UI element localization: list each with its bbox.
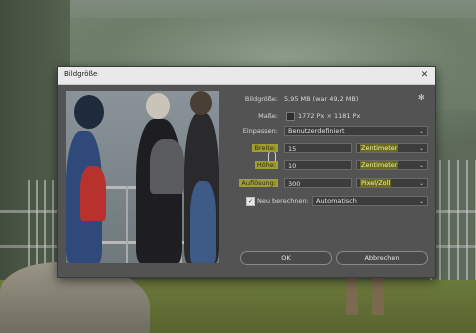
height-unit-select[interactable]: Zentimeter ⌄ [356, 160, 428, 170]
dialog-title: Bildgröße [64, 70, 98, 78]
chevron-down-icon: ⌄ [418, 128, 424, 135]
chevron-down-icon: ⌄ [418, 180, 424, 187]
dimensions-label: Maße: [258, 112, 278, 120]
dialog-titlebar[interactable]: Bildgröße ✕ [58, 67, 435, 85]
preview-person-head [146, 93, 170, 119]
dimensions-value: 1772 Px × 1181 Px [298, 112, 361, 120]
width-input[interactable]: 15 [284, 143, 352, 153]
width-label-text: Breite: [252, 144, 278, 152]
preview-grey-backpack [150, 139, 184, 194]
chevron-down-icon: ⌄ [418, 145, 424, 152]
height-label-text: Höhe: [254, 161, 278, 169]
height-input[interactable]: 10 [284, 160, 352, 170]
resample-checkbox[interactable]: ✓ [246, 197, 255, 206]
preview-red-backpack [80, 166, 106, 221]
resample-select-value: Automatisch [316, 197, 357, 205]
resolution-unit-value: Pixel/Zoll [360, 179, 392, 187]
resolution-unit-select[interactable]: Pixel/Zoll ⌄ [356, 178, 428, 188]
resample-select[interactable]: Automatisch ⌄ [312, 196, 428, 206]
fit-select[interactable]: Benutzerdefiniert ⌄ [284, 126, 428, 136]
dimensions-toggle[interactable] [286, 112, 295, 121]
chevron-down-icon: ⌄ [418, 162, 424, 169]
height-label: Höhe: [208, 161, 278, 169]
image-size-label: Bildgröße: [244, 95, 278, 103]
resample-label: Neu berechnen: [257, 197, 309, 205]
image-size-value: 5,95 MB (war 49,2 MB) [284, 95, 359, 103]
fit-select-value: Benutzerdefiniert [288, 127, 345, 135]
image-preview[interactable] [66, 91, 219, 263]
preview-person-head [74, 95, 104, 129]
resolution-label-text: Auflösung: [239, 179, 278, 187]
ok-button[interactable]: OK [240, 251, 332, 265]
close-icon[interactable]: ✕ [418, 69, 431, 82]
width-unit-select[interactable]: Zentimeter ⌄ [356, 143, 428, 153]
preview-railing-bar [126, 186, 128, 263]
preview-jeans [190, 181, 216, 263]
width-unit-value: Zentimeter [360, 144, 399, 152]
resolution-label: Auflösung: [208, 179, 278, 187]
chevron-down-icon: ⌄ [418, 198, 424, 205]
cancel-button[interactable]: Abbrechen [336, 251, 428, 265]
height-unit-value: Zentimeter [360, 161, 399, 169]
resolution-input[interactable]: 300 [284, 178, 352, 188]
background-fence [430, 160, 476, 300]
fit-label: Einpassen: [242, 127, 278, 135]
width-label: Breite: [208, 144, 278, 152]
settings-gear-icon[interactable]: ✻ [418, 94, 426, 102]
image-size-dialog: Bildgröße ✕ ✻ Bildgröße: 5,95 MB (war 49… [57, 66, 436, 278]
